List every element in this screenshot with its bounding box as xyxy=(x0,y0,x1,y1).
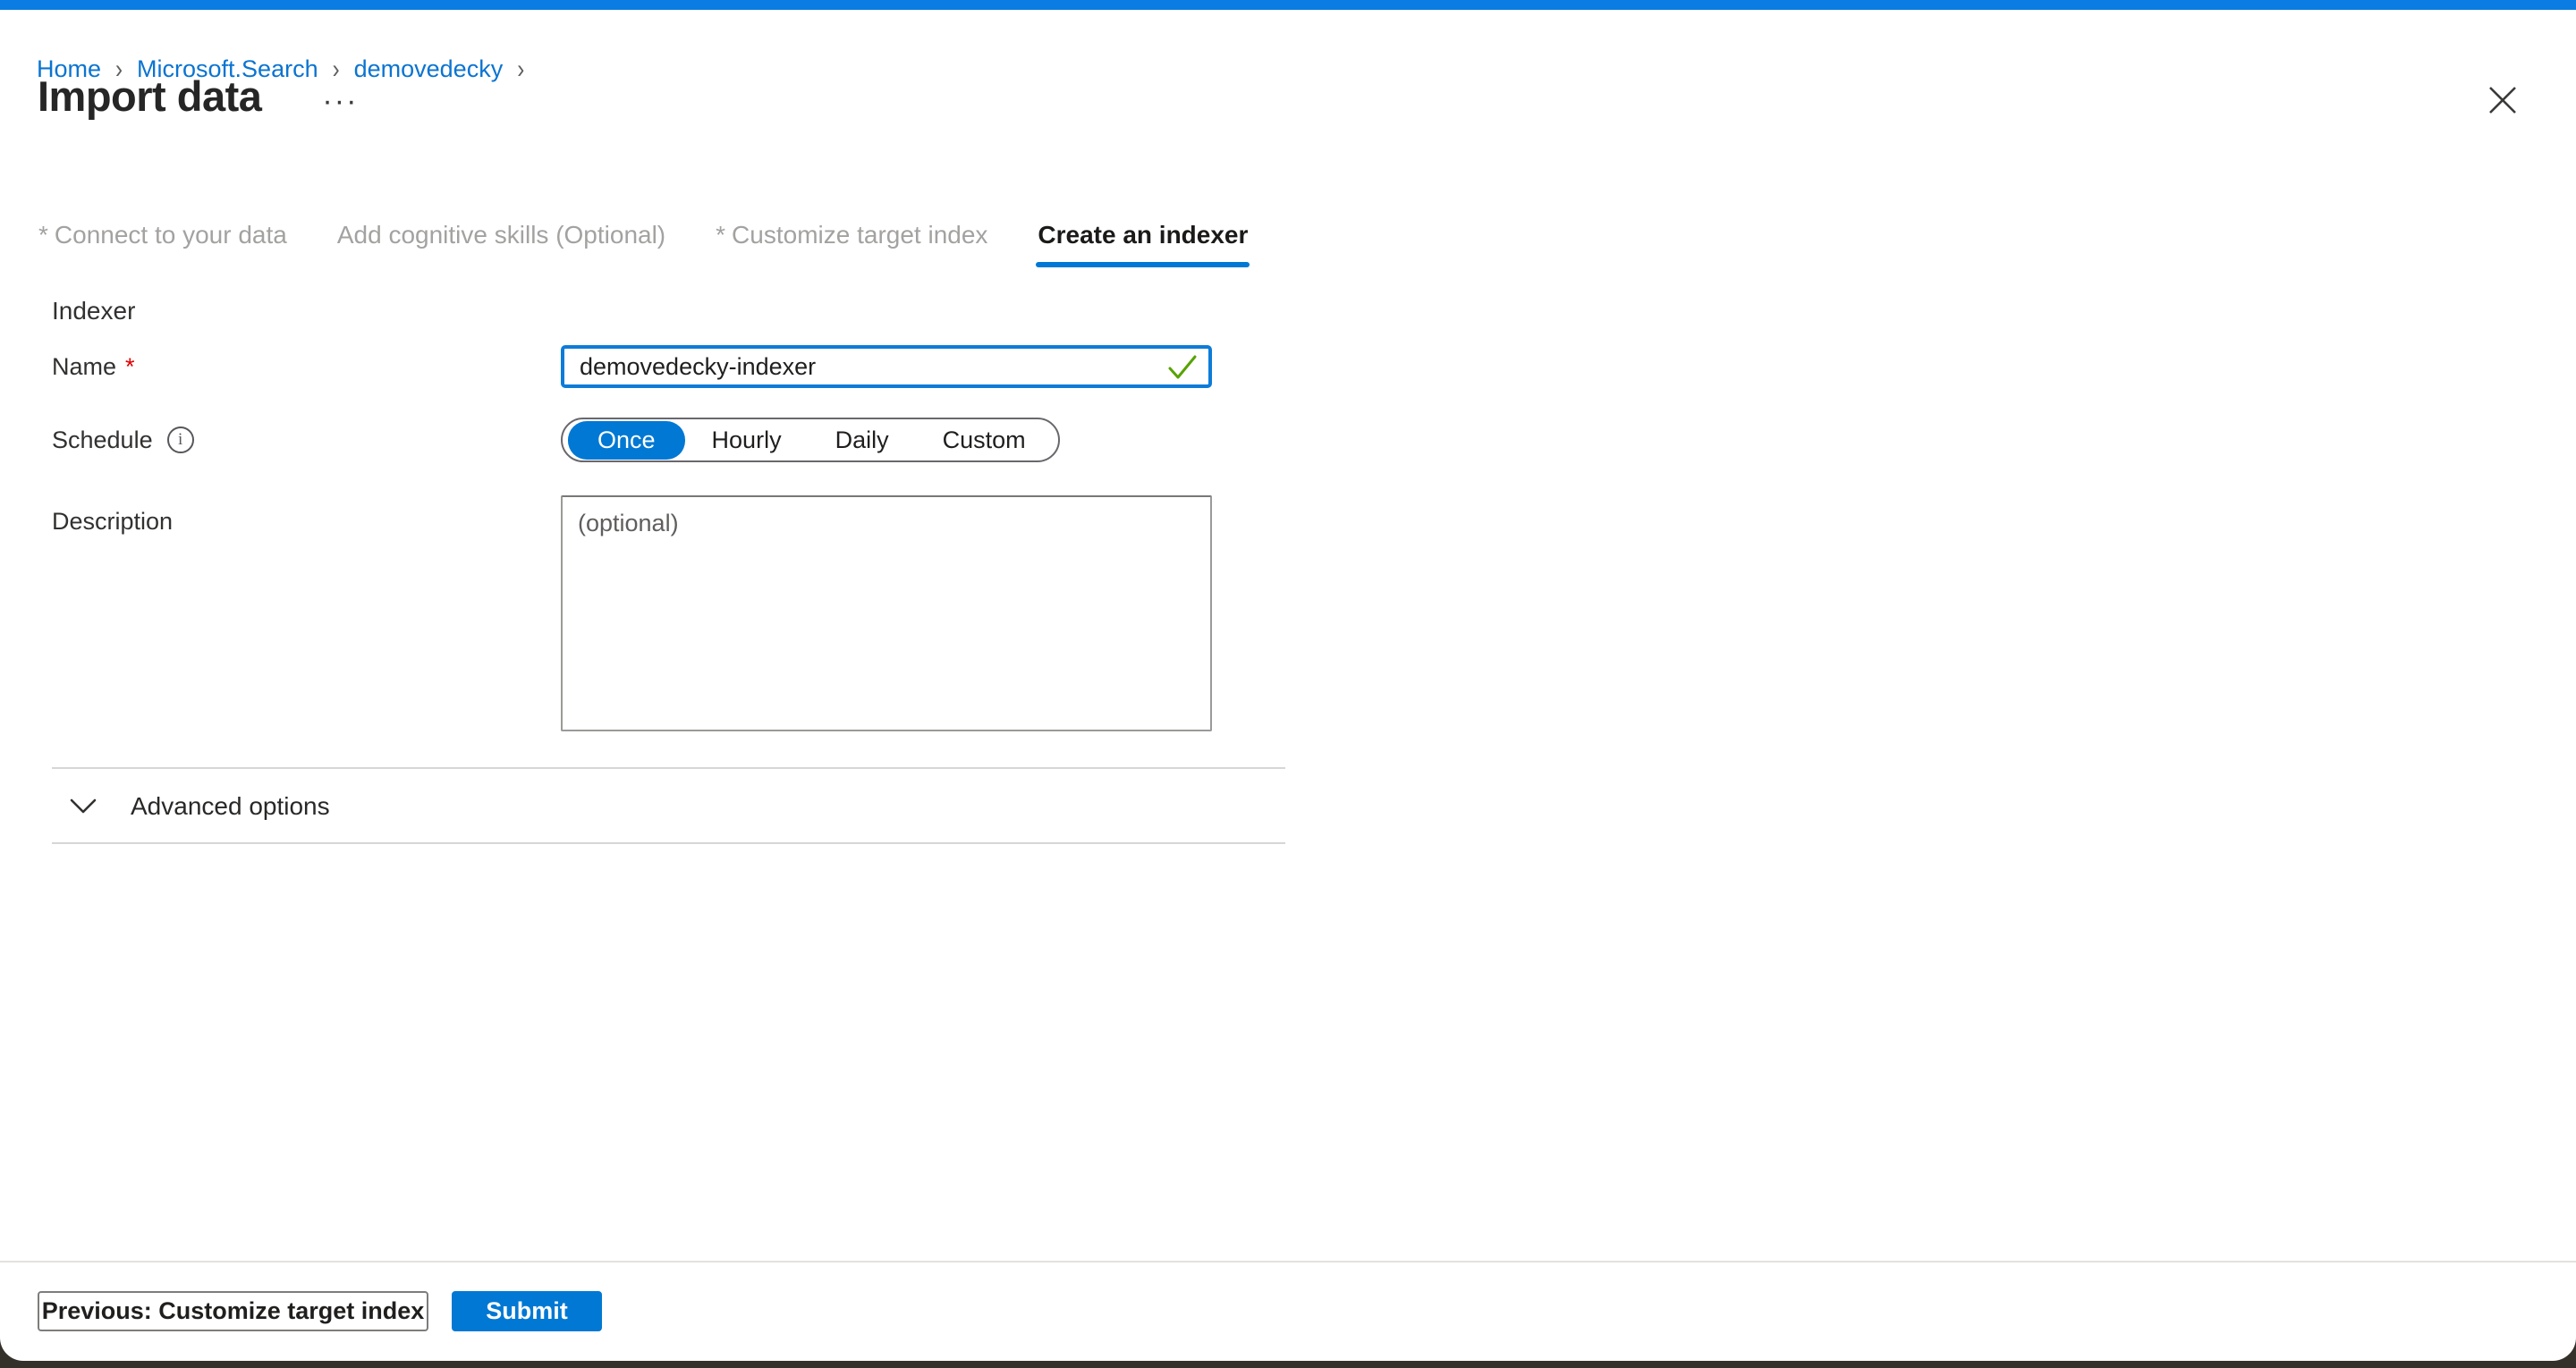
footer-actions: Previous: Customize target index Submit xyxy=(38,1291,602,1331)
advanced-options-toggle[interactable]: Advanced options xyxy=(52,769,1288,842)
indexer-name-input[interactable] xyxy=(561,345,1212,388)
tab-create-an-indexer[interactable]: Create an indexer xyxy=(1036,221,1250,267)
name-label-text: Name xyxy=(52,353,116,381)
breadcrumb-demovedecky[interactable]: demovedecky xyxy=(354,55,504,83)
schedule-field-row: Schedule i Once Hourly Daily Custom xyxy=(52,418,1288,462)
tab-connect-to-your-data[interactable]: *Connect to your data xyxy=(37,221,289,267)
breadcrumb-separator-icon: › xyxy=(517,54,524,85)
required-asterisk: * xyxy=(125,353,135,381)
required-marker: * xyxy=(716,221,725,249)
name-field-row: Name * xyxy=(52,345,1288,388)
description-label: Description xyxy=(52,495,561,536)
divider xyxy=(52,842,1285,844)
name-input-wrap xyxy=(561,345,1212,388)
import-data-panel: Home › Microsoft.Search › demovedecky › … xyxy=(0,0,2576,1361)
section-title-indexer: Indexer xyxy=(52,297,1288,325)
tab-add-cognitive-skills[interactable]: Add cognitive skills (Optional) xyxy=(335,221,667,267)
footer-divider xyxy=(0,1261,2576,1262)
tab-customize-target-index[interactable]: *Customize target index xyxy=(714,221,989,267)
tab-label: Customize target index xyxy=(732,221,987,249)
indexer-form: Indexer Name * Schedule i xyxy=(52,297,1288,844)
azure-top-accent-bar xyxy=(0,0,2576,10)
schedule-label: Schedule i xyxy=(52,418,561,462)
description-field-row: Description xyxy=(52,495,1288,736)
schedule-segmented-control: Once Hourly Daily Custom xyxy=(561,418,1060,462)
tab-label: Connect to your data xyxy=(55,221,287,249)
schedule-label-text: Schedule xyxy=(52,426,153,454)
schedule-option-custom[interactable]: Custom xyxy=(916,421,1053,460)
info-icon[interactable]: i xyxy=(167,426,194,453)
title-row: Import data ··· xyxy=(38,72,365,121)
schedule-option-hourly[interactable]: Hourly xyxy=(685,421,809,460)
close-button[interactable] xyxy=(2481,79,2524,122)
valid-check-icon xyxy=(1167,354,1198,381)
tab-label: Add cognitive skills (Optional) xyxy=(337,221,665,249)
schedule-option-once[interactable]: Once xyxy=(568,421,685,460)
wizard-tab-strip: *Connect to your data Add cognitive skil… xyxy=(37,221,1250,267)
description-label-text: Description xyxy=(52,508,173,536)
submit-button[interactable]: Submit xyxy=(452,1291,602,1331)
required-marker: * xyxy=(38,221,48,249)
schedule-option-daily[interactable]: Daily xyxy=(809,421,916,460)
page-title: Import data xyxy=(38,72,261,121)
tab-underline xyxy=(335,262,667,267)
tab-underline xyxy=(37,262,289,267)
name-label: Name * xyxy=(52,345,561,388)
active-tab-underline xyxy=(1036,262,1250,267)
tab-label: Create an indexer xyxy=(1038,221,1248,249)
more-options-icon[interactable]: ··· xyxy=(315,82,365,120)
tab-underline xyxy=(714,262,989,267)
previous-button[interactable]: Previous: Customize target index xyxy=(38,1291,428,1331)
description-textarea[interactable] xyxy=(561,495,1212,731)
close-icon xyxy=(2487,85,2518,115)
chevron-down-icon xyxy=(70,798,97,815)
advanced-options-label: Advanced options xyxy=(131,792,330,821)
